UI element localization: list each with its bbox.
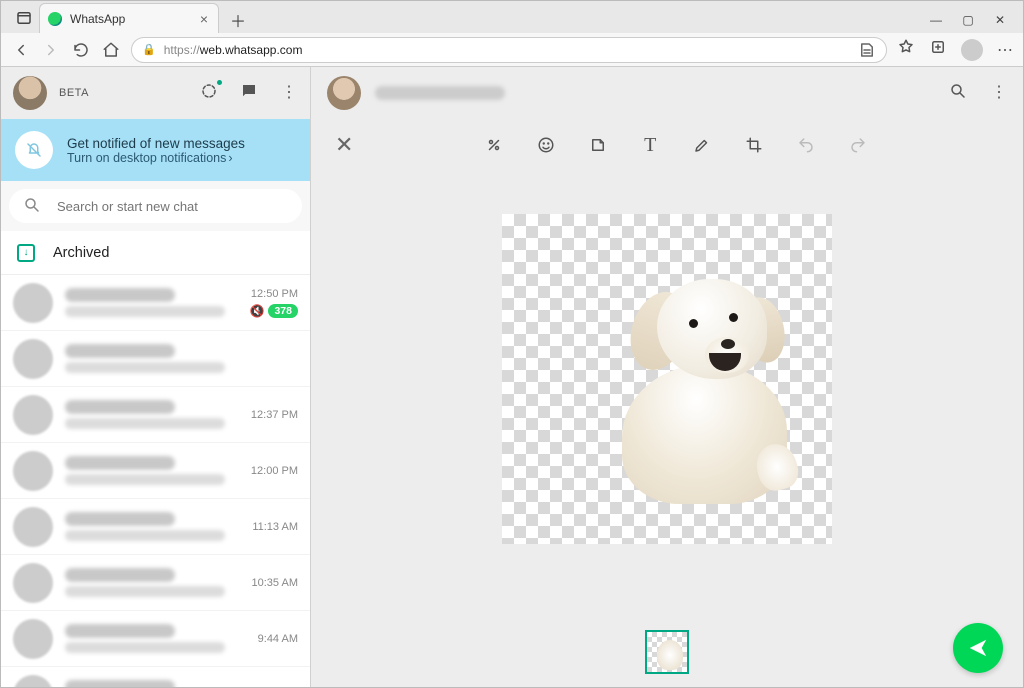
undo-icon[interactable] bbox=[796, 134, 816, 157]
chat-time: 9:44 AM bbox=[258, 633, 298, 645]
sticker-thumbnail[interactable] bbox=[645, 630, 689, 674]
search-icon bbox=[23, 196, 41, 217]
chat-time: 10:35 AM bbox=[252, 577, 298, 589]
crop-outline-icon[interactable] bbox=[484, 134, 504, 157]
status-icon[interactable] bbox=[200, 82, 218, 105]
draw-icon[interactable] bbox=[692, 134, 712, 157]
window-minimize-button[interactable]: — bbox=[929, 13, 943, 27]
notification-action[interactable]: Turn on desktop notifications› bbox=[67, 151, 245, 165]
beta-label: BETA bbox=[59, 87, 89, 99]
profile-avatar[interactable] bbox=[961, 39, 983, 61]
tab-title: WhatsApp bbox=[70, 12, 192, 26]
chat-item[interactable]: 12:00 PM bbox=[1, 443, 310, 499]
header-menu-icon[interactable]: ⋮ bbox=[991, 82, 1007, 105]
archived-label: Archived bbox=[53, 245, 109, 261]
emoji-icon[interactable] bbox=[536, 134, 556, 157]
chevron-right-icon: › bbox=[228, 151, 232, 165]
sidebar: BETA ⋮ Get notified of new messages Turn… bbox=[1, 67, 311, 687]
chat-time: 12:37 PM bbox=[251, 409, 298, 421]
unread-badge: 378 bbox=[268, 304, 298, 318]
reader-mode-icon[interactable] bbox=[858, 41, 876, 59]
url-text: https://web.whatsapp.com bbox=[164, 43, 303, 57]
chat-item[interactable]: 11:13 AM bbox=[1, 499, 310, 555]
tab-close-icon[interactable]: × bbox=[200, 11, 208, 27]
sticker-icon[interactable] bbox=[588, 134, 608, 157]
chat-avatar bbox=[13, 283, 53, 323]
chat-item[interactable]: 10:35 AM bbox=[1, 555, 310, 611]
new-chat-icon[interactable] bbox=[240, 82, 258, 105]
bell-off-icon bbox=[15, 131, 53, 169]
sticker-editor: ✕ T bbox=[311, 119, 1023, 687]
browser-toolbar: 🔒 https://web.whatsapp.com ⋯ bbox=[1, 33, 1023, 67]
sidebar-header: BETA ⋮ bbox=[1, 67, 310, 119]
thumbnail-strip bbox=[311, 617, 1023, 687]
chat-item[interactable]: 9:01 AM bbox=[1, 667, 310, 687]
main-panel: ⋮ ✕ T bbox=[311, 67, 1023, 687]
archive-icon bbox=[17, 244, 35, 262]
whatsapp-favicon bbox=[48, 12, 62, 26]
window-controls: — ▢ ✕ bbox=[929, 13, 1015, 33]
archived-row[interactable]: Archived bbox=[1, 231, 310, 275]
sticker-subject bbox=[597, 269, 787, 499]
editor-close-icon[interactable]: ✕ bbox=[335, 132, 353, 158]
window-maximize-button[interactable]: ▢ bbox=[961, 13, 975, 27]
notification-title: Get notified of new messages bbox=[67, 136, 245, 151]
browser-tab[interactable]: WhatsApp × bbox=[39, 3, 219, 33]
search-field[interactable] bbox=[55, 198, 288, 215]
send-button[interactable] bbox=[953, 623, 1003, 673]
browser-menu-icon[interactable]: ⋯ bbox=[997, 40, 1013, 60]
crop-icon[interactable] bbox=[744, 134, 764, 157]
lock-icon: 🔒 bbox=[142, 43, 156, 56]
contact-avatar[interactable] bbox=[327, 76, 361, 110]
nav-refresh-button[interactable] bbox=[71, 40, 91, 60]
editor-toolbar: T bbox=[484, 134, 868, 157]
favorites-icon[interactable] bbox=[897, 38, 915, 61]
header-search-icon[interactable] bbox=[949, 82, 967, 105]
address-bar[interactable]: 🔒 https://web.whatsapp.com bbox=[131, 37, 887, 63]
notification-banner[interactable]: Get notified of new messages Turn on des… bbox=[1, 119, 310, 181]
search-input[interactable] bbox=[9, 189, 302, 223]
text-icon[interactable]: T bbox=[640, 134, 660, 157]
whatsapp-app: BETA ⋮ Get notified of new messages Turn… bbox=[1, 67, 1023, 687]
chat-item[interactable] bbox=[1, 331, 310, 387]
window-close-button[interactable]: ✕ bbox=[993, 13, 1007, 27]
chat-time: 12:00 PM bbox=[251, 465, 298, 477]
nav-back-button[interactable] bbox=[11, 40, 31, 60]
chat-item[interactable]: 12:50 PM 🔇378 bbox=[1, 275, 310, 331]
tab-overview-button[interactable] bbox=[9, 3, 39, 33]
sidebar-menu-icon[interactable]: ⋮ bbox=[280, 82, 298, 105]
collections-icon[interactable] bbox=[929, 38, 947, 61]
user-avatar[interactable] bbox=[13, 76, 47, 110]
nav-forward-button[interactable] bbox=[41, 40, 61, 60]
chat-header: ⋮ bbox=[311, 67, 1023, 119]
new-tab-button[interactable]: ＋ bbox=[225, 7, 251, 33]
sticker-canvas[interactable] bbox=[502, 214, 832, 544]
nav-home-button[interactable] bbox=[101, 40, 121, 60]
chat-time: 12:50 PM bbox=[251, 288, 298, 300]
contact-name[interactable] bbox=[375, 86, 505, 100]
tab-strip: WhatsApp × ＋ bbox=[9, 3, 929, 33]
muted-icon: 🔇 bbox=[250, 304, 265, 318]
chat-list[interactable]: 12:50 PM 🔇378 12:37 PM 12:00 PM 11:13 AM… bbox=[1, 275, 310, 687]
chat-time: 11:13 AM bbox=[252, 521, 298, 533]
redo-icon[interactable] bbox=[848, 134, 868, 157]
chat-item[interactable]: 9:44 AM bbox=[1, 611, 310, 667]
browser-titlebar: WhatsApp × ＋ — ▢ ✕ bbox=[1, 1, 1023, 33]
chat-item[interactable]: 12:37 PM bbox=[1, 387, 310, 443]
